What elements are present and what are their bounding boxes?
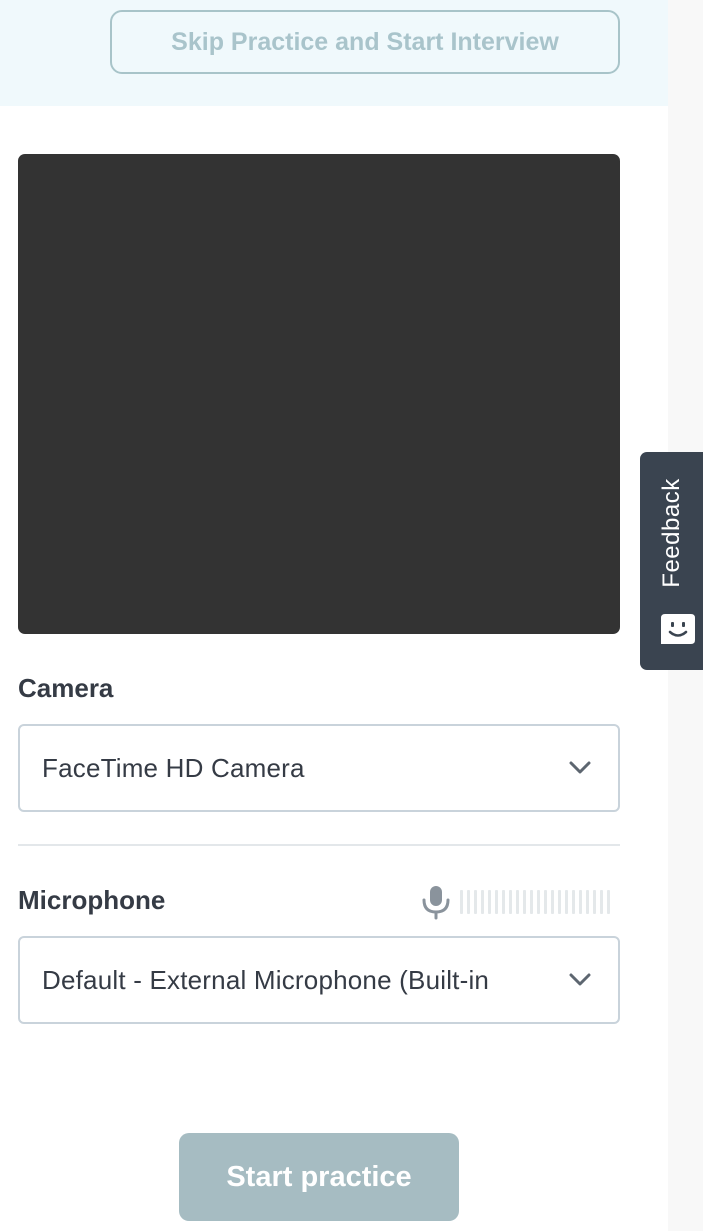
microphone-level-bar — [572, 890, 575, 914]
practice-setup-page: Skip Practice and Start Interview Camera… — [0, 0, 703, 1231]
microphone-level-bar — [551, 890, 554, 914]
microphone-level-bar — [509, 890, 512, 914]
microphone-level-bar — [474, 890, 477, 914]
microphone-icon — [418, 884, 454, 920]
microphone-level-bar — [586, 890, 589, 914]
microphone-level-meter — [418, 884, 620, 920]
camera-select[interactable]: FaceTime HD Camera — [18, 724, 620, 812]
microphone-level-bars — [460, 889, 610, 915]
microphone-level-bar — [600, 890, 603, 914]
chevron-down-icon — [566, 754, 594, 782]
microphone-level-bar — [607, 890, 610, 914]
microphone-level-bar — [579, 890, 582, 914]
microphone-level-bar — [523, 890, 526, 914]
feedback-tab-label: Feedback — [657, 478, 685, 588]
microphone-level-bar — [481, 890, 484, 914]
microphone-label: Microphone — [18, 885, 166, 915]
microphone-level-bar — [544, 890, 547, 914]
start-practice-button[interactable]: Start practice — [179, 1133, 459, 1221]
microphone-level-bar — [502, 890, 505, 914]
microphone-level-bar — [467, 890, 470, 914]
chevron-down-icon — [566, 966, 594, 994]
section-divider — [18, 844, 620, 846]
microphone-select-value: Default - External Microphone (Built-in — [42, 964, 490, 995]
microphone-level-bar — [565, 890, 568, 914]
microphone-select[interactable]: Default - External Microphone (Built-in — [18, 936, 620, 1024]
microphone-level-bar — [537, 890, 540, 914]
camera-select-value: FaceTime HD Camera — [42, 752, 305, 783]
microphone-level-bar — [460, 890, 463, 914]
microphone-level-bar — [558, 890, 561, 914]
feedback-tab[interactable]: Feedback — [640, 452, 703, 670]
camera-label: Camera — [18, 673, 114, 703]
microphone-level-bar — [488, 890, 491, 914]
top-banner: Skip Practice and Start Interview — [0, 0, 668, 106]
microphone-level-bar — [593, 890, 596, 914]
skip-practice-button[interactable]: Skip Practice and Start Interview — [110, 10, 620, 74]
microphone-level-bar — [516, 890, 519, 914]
smiley-face-icon — [659, 612, 697, 646]
microphone-level-bar — [495, 890, 498, 914]
microphone-level-bar — [530, 890, 533, 914]
camera-video-preview — [18, 154, 620, 634]
